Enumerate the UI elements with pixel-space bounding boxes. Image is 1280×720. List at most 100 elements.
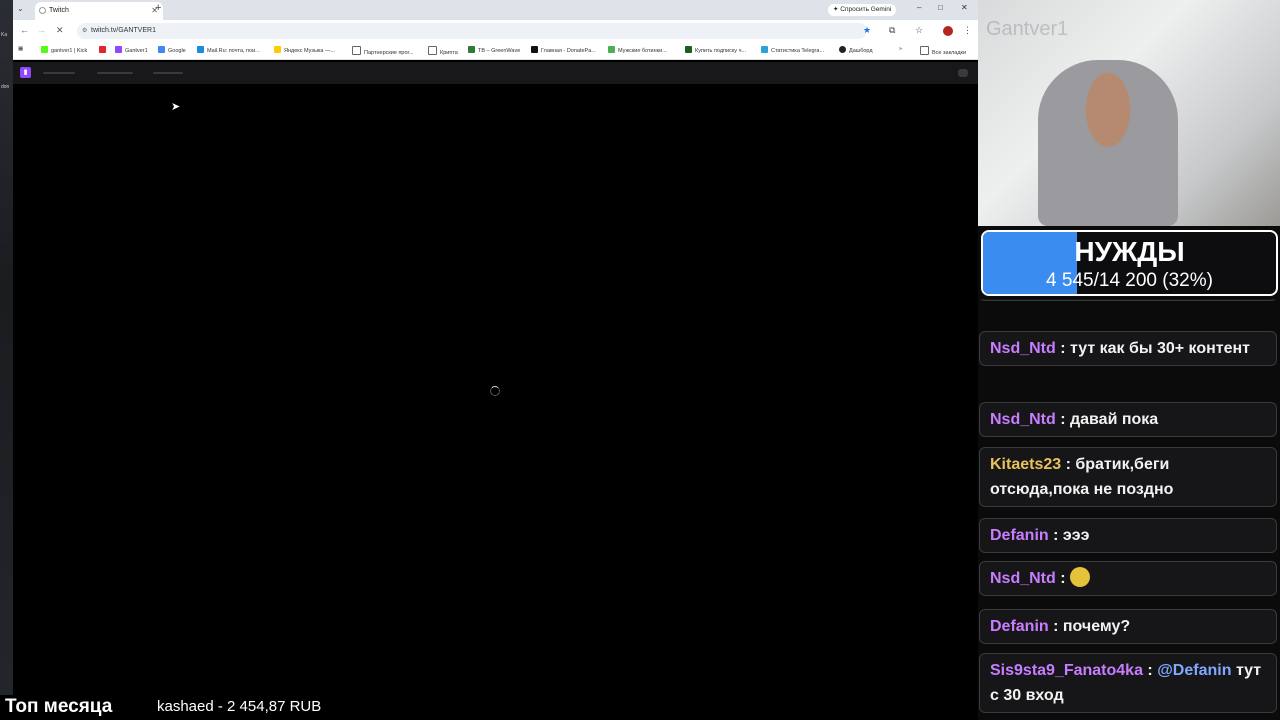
bookmark-label: TB – GreenWave bbox=[478, 48, 521, 54]
bookmarks-bar: ▦ gantver1 | Kick Gantver1 Google Mail.R… bbox=[13, 42, 978, 60]
webcam-watermark: Gantver1 bbox=[986, 18, 1069, 40]
chat-message: Nsd_Ntd : тут как бы 30+ контент bbox=[979, 331, 1277, 366]
chat-username: Kitaets23 bbox=[990, 456, 1062, 473]
chat-message: Sis9sta9_Fanato4ka : @Defanin тут с 30 в… bbox=[979, 653, 1277, 713]
twitch-logo-icon[interactable]: ▮ bbox=[20, 67, 31, 78]
bookmark-favicon bbox=[158, 46, 165, 53]
bookmark-favicon bbox=[839, 46, 846, 53]
bookmark-favicon bbox=[608, 46, 615, 53]
bookmark-item[interactable]: Дашборд bbox=[839, 46, 873, 54]
bookmark-favicon bbox=[468, 46, 475, 53]
bookmark-label: gantver1 | Kick bbox=[51, 48, 88, 54]
desktop-side-text: don bbox=[1, 84, 10, 90]
bookmark-label: Мужские ботинки... bbox=[618, 48, 667, 54]
bookmark-favicon bbox=[761, 46, 768, 53]
bookmark-item[interactable] bbox=[99, 46, 109, 54]
close-window-button[interactable]: ✕ bbox=[961, 3, 968, 12]
streamer-image bbox=[1038, 60, 1178, 226]
emote-icon bbox=[1070, 567, 1090, 587]
back-button[interactable]: ← bbox=[20, 25, 29, 35]
tab-bar: ⌄ Twitch ✕ + ✦ Спросить Gemini – □ ✕ bbox=[13, 0, 978, 20]
tab-title: Twitch bbox=[49, 7, 69, 14]
nav-placeholder bbox=[958, 69, 968, 77]
chat-message: Defanin : почему? bbox=[979, 609, 1277, 644]
tab-list-icon[interactable]: ⌄ bbox=[17, 4, 24, 13]
address-bar[interactable]: ⚙ twitch.tv/GANTVER1 bbox=[77, 23, 867, 39]
bookmark-label: Gantver1 bbox=[125, 48, 148, 54]
bookmark-favicon bbox=[274, 46, 281, 53]
stop-loading-button[interactable]: ✕ bbox=[56, 25, 64, 36]
chat-text: давай пока bbox=[1070, 411, 1159, 428]
bookmark-favicon bbox=[531, 46, 538, 53]
chat-text: эээ bbox=[1062, 527, 1090, 544]
minimize-button[interactable]: – bbox=[917, 3, 921, 12]
extensions-icon[interactable]: ⧉ bbox=[889, 25, 895, 36]
menu-icon[interactable]: ⋮ bbox=[963, 25, 972, 36]
bookmark-favicon bbox=[41, 46, 48, 53]
bookmark-folder[interactable]: Партнерские прог... bbox=[352, 46, 413, 56]
chat-text: почему? bbox=[1062, 618, 1131, 635]
loading-spinner-icon bbox=[490, 386, 500, 396]
url-text: twitch.tv/GANTVER1 bbox=[91, 27, 156, 34]
bookmark-item[interactable]: gantver1 | Kick bbox=[41, 46, 87, 54]
bookmark-item[interactable]: Статистика Telegra... bbox=[761, 46, 824, 54]
goal-progress-text: 4 545/14 200 (32%) bbox=[1046, 270, 1213, 291]
chat-overlay: Nsd_Ntd : тут как бы 30+ контент Nsd_Ntd… bbox=[979, 299, 1279, 720]
bookmark-label: Google bbox=[168, 48, 186, 54]
chat-message bbox=[979, 299, 1277, 301]
donation-goal-widget: НУЖДЫ 4 545/14 200 (32%) bbox=[981, 230, 1278, 296]
folder-icon bbox=[920, 46, 929, 55]
bookmark-label: Статистика Telegra... bbox=[771, 48, 825, 54]
folder-icon bbox=[428, 46, 437, 55]
bookmark-item[interactable]: Mail.Ru: почта, пои... bbox=[197, 46, 260, 54]
reading-list-icon[interactable]: ☆ bbox=[915, 25, 923, 36]
site-info-icon[interactable]: ⚙ bbox=[82, 23, 87, 39]
mouse-cursor-icon: ➤ bbox=[171, 101, 181, 113]
apps-icon[interactable]: ▦ bbox=[18, 46, 23, 52]
bookmark-label: Партнерские прог... bbox=[364, 50, 414, 56]
bookmark-favicon bbox=[197, 46, 204, 53]
bookmark-item[interactable]: Google bbox=[158, 46, 186, 54]
bookmark-item[interactable]: Главная - DonatePa... bbox=[531, 46, 596, 54]
chat-username: Defanin bbox=[990, 618, 1049, 635]
bookmark-star-icon[interactable]: ★ bbox=[863, 25, 871, 36]
bookmark-item[interactable]: TB – GreenWave bbox=[468, 46, 520, 54]
bookmark-folder[interactable]: Все закладки bbox=[920, 46, 966, 56]
overlay-bottom-bar bbox=[0, 695, 978, 720]
bookmark-item[interactable]: Купить подписку ч... bbox=[685, 46, 746, 54]
chat-text: тут как бы 30+ контент bbox=[1070, 340, 1251, 357]
maximize-button[interactable]: □ bbox=[938, 3, 943, 12]
bookmark-item[interactable]: Мужские ботинки... bbox=[608, 46, 667, 54]
chat-message: Nsd_Ntd : давай пока bbox=[979, 402, 1277, 437]
goal-title: НУЖДЫ bbox=[1074, 236, 1185, 267]
chat-username: Defanin bbox=[990, 527, 1049, 544]
chat-mention: @Defanin bbox=[1157, 662, 1232, 679]
bookmark-item[interactable]: Яндекс Музыка —... bbox=[274, 46, 335, 54]
nav-placeholder bbox=[153, 72, 183, 74]
desktop-background: Ka don bbox=[0, 0, 13, 720]
top-donor-label: Топ месяца bbox=[5, 696, 113, 717]
bookmark-label: Яндекс Музыка —... bbox=[284, 48, 336, 54]
profile-avatar[interactable] bbox=[943, 26, 953, 36]
chat-username: Nsd_Ntd bbox=[990, 570, 1056, 587]
chat-username: Nsd_Ntd bbox=[990, 411, 1056, 428]
gemini-button[interactable]: ✦ Спросить Gemini bbox=[828, 4, 897, 16]
nav-placeholder bbox=[97, 72, 133, 74]
bookmark-label: Крипта bbox=[440, 50, 458, 56]
bookmark-label: Главная - DonatePa... bbox=[541, 48, 596, 54]
more-bookmarks-icon[interactable]: » bbox=[899, 46, 902, 52]
bookmark-folder[interactable]: Крипта bbox=[428, 46, 458, 56]
browser-toolbar: ← → ✕ ⚙ twitch.tv/GANTVER1 ★ ⧉ ☆ ⋮ bbox=[13, 20, 978, 42]
bookmark-label: Все закладки bbox=[932, 50, 967, 56]
forward-button[interactable]: → bbox=[37, 25, 46, 35]
chat-username: Nsd_Ntd bbox=[990, 340, 1056, 357]
folder-icon bbox=[352, 46, 361, 55]
bookmark-favicon bbox=[685, 46, 692, 53]
bookmark-favicon bbox=[115, 46, 122, 53]
tab-twitch[interactable]: Twitch ✕ bbox=[35, 2, 163, 20]
bookmark-item[interactable]: Gantver1 bbox=[115, 46, 148, 54]
new-tab-button[interactable]: + bbox=[155, 2, 161, 14]
bookmark-label: Mail.Ru: почта, пои... bbox=[207, 48, 260, 54]
chat-username: Sis9sta9_Fanato4ka bbox=[990, 662, 1143, 679]
bookmark-label: Купить подписку ч... bbox=[695, 48, 747, 54]
